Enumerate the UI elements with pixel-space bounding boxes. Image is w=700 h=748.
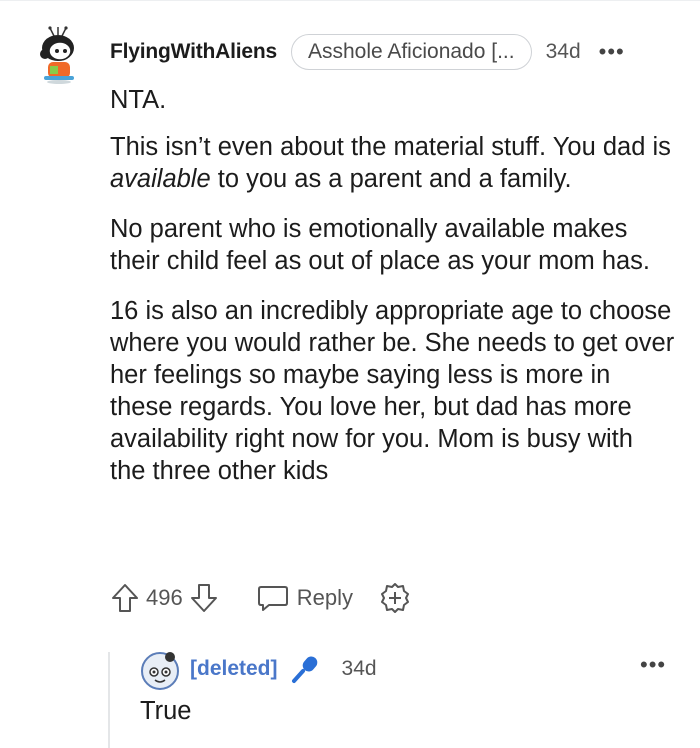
more-options-icon[interactable]: •••	[640, 652, 666, 678]
reply-age: 34d	[341, 657, 377, 680]
reply-author[interactable]: [deleted]	[190, 657, 278, 681]
microphone-icon	[291, 656, 317, 683]
reply-header: [deleted] 34d	[190, 652, 377, 686]
reply-label: Reply	[296, 585, 353, 610]
top-divider	[0, 0, 700, 1]
upvote-arrow-icon[interactable]	[110, 582, 140, 614]
deleted-user-avatar	[141, 652, 179, 690]
award-plus-icon[interactable]	[379, 582, 411, 614]
reply-button[interactable]: Reply	[257, 583, 353, 613]
comment-body: NTA. This isn’t even about the material …	[110, 84, 675, 505]
user-flair: Asshole Aficionado [...	[290, 34, 532, 70]
reply-body: True	[140, 697, 192, 725]
emphasized-text: available	[110, 165, 211, 193]
more-options-icon[interactable]: •••	[599, 39, 625, 65]
comment-actions: 496 Reply	[110, 578, 411, 618]
vote-score: 496	[146, 585, 183, 610]
downvote-arrow-icon[interactable]	[189, 582, 219, 614]
comment-author[interactable]: FlyingWithAliens	[110, 40, 277, 64]
user-avatar[interactable]	[32, 26, 84, 84]
comment-paragraph: This isn’t even about the material stuff…	[110, 133, 671, 193]
comment-paragraph: 16 is also an incredibly appropriate age…	[110, 297, 675, 485]
comment-paragraph: No parent who is emotionally available m…	[110, 215, 651, 275]
thread-line[interactable]	[108, 652, 110, 748]
comment-header: FlyingWithAliens Asshole Aficionado [...…	[110, 34, 625, 70]
comment-paragraph: NTA.	[110, 86, 167, 114]
speech-bubble-icon	[257, 586, 288, 611]
comment-age: 34d	[545, 40, 581, 63]
